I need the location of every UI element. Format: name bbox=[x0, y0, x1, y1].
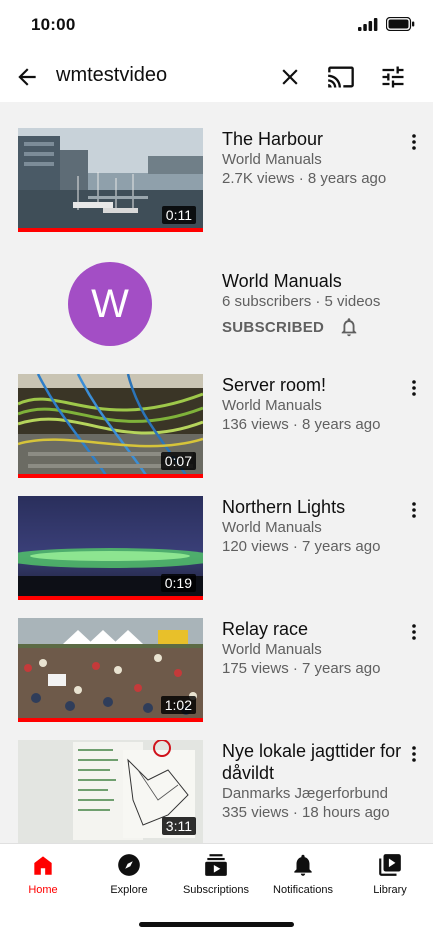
nav-notifications[interactable]: Notifications bbox=[260, 852, 346, 896]
home-icon bbox=[34, 856, 52, 875]
home-indicator bbox=[139, 922, 294, 927]
bottom-navigation: Home Explore Subscriptions Notifications… bbox=[0, 843, 433, 937]
watched-progress-bar bbox=[18, 718, 203, 722]
video-stats: 335 views · 18 hours ago bbox=[222, 804, 390, 821]
watched-progress-bar bbox=[18, 596, 203, 600]
status-time: 10:00 bbox=[31, 15, 76, 34]
bell-icon[interactable] bbox=[338, 315, 360, 339]
subscribed-status[interactable]: SUBSCRIBED bbox=[222, 315, 402, 339]
nav-explore[interactable]: Explore bbox=[86, 852, 172, 896]
status-bar: 10:00 bbox=[0, 0, 433, 52]
library-icon bbox=[379, 854, 401, 876]
video-duration: 1:02 bbox=[160, 696, 196, 714]
more-options-icon[interactable] bbox=[405, 620, 423, 644]
video-result[interactable]: 3:11 Nye lokale jagttider for dåvildt Da… bbox=[0, 740, 433, 843]
video-thumbnail[interactable]: 3:11 bbox=[18, 740, 203, 843]
nav-label: Explore bbox=[110, 884, 148, 896]
video-title[interactable]: Nye lokale jagttider for dåvildt bbox=[222, 740, 402, 784]
video-stats: 175 views · 7 years ago bbox=[222, 660, 381, 677]
subscriptions-icon bbox=[205, 854, 227, 876]
video-meta: Northern Lights World Manuals 120 views … bbox=[222, 496, 402, 556]
cast-icon[interactable] bbox=[327, 63, 355, 91]
video-title[interactable]: The Harbour bbox=[222, 128, 402, 150]
search-header: wmtestvideo bbox=[0, 52, 433, 102]
video-title[interactable]: Relay race bbox=[222, 618, 402, 640]
nav-home[interactable]: Home bbox=[0, 852, 86, 896]
video-thumbnail[interactable]: 0:19 bbox=[18, 496, 203, 600]
search-results: 0:11 The Harbour World Manuals 2.7K view… bbox=[0, 102, 433, 843]
back-arrow-icon[interactable] bbox=[14, 64, 40, 90]
video-stats: 2.7K views · 8 years ago bbox=[222, 170, 387, 187]
subscribed-label: SUBSCRIBED bbox=[222, 318, 325, 336]
video-title[interactable]: Northern Lights bbox=[222, 496, 402, 518]
video-result[interactable]: 0:19 Northern Lights World Manuals 120 v… bbox=[0, 496, 433, 606]
video-channel: Danmarks Jægerforbund bbox=[222, 785, 388, 802]
nav-label: Notifications bbox=[273, 884, 333, 896]
video-result[interactable]: 0:07 Server room! World Manuals 136 view… bbox=[0, 374, 433, 484]
video-thumbnail[interactable]: 1:02 bbox=[18, 618, 203, 722]
video-channel: World Manuals bbox=[222, 641, 322, 658]
video-duration: 0:07 bbox=[160, 452, 196, 470]
video-result[interactable]: 1:02 Relay race World Manuals 175 views … bbox=[0, 618, 433, 728]
nav-label: Subscriptions bbox=[182, 884, 250, 896]
system-indicators bbox=[358, 17, 415, 31]
video-duration: 0:11 bbox=[161, 206, 196, 224]
channel-meta: World Manuals 6 subscribers · 5 videos S… bbox=[222, 270, 402, 339]
more-options-icon[interactable] bbox=[405, 130, 423, 154]
video-result[interactable]: 0:11 The Harbour World Manuals 2.7K view… bbox=[0, 128, 433, 238]
video-meta: Nye lokale jagttider for dåvildt Danmark… bbox=[222, 740, 402, 822]
video-meta: Relay race World Manuals 175 views · 7 y… bbox=[222, 618, 402, 678]
video-duration: 0:19 bbox=[160, 574, 196, 592]
nav-label: Home bbox=[28, 884, 58, 896]
channel-name[interactable]: World Manuals bbox=[222, 270, 402, 292]
signal-icon bbox=[358, 17, 378, 31]
compass-icon bbox=[118, 854, 140, 876]
more-options-icon[interactable] bbox=[405, 498, 423, 522]
nav-subscriptions[interactable]: Subscriptions bbox=[173, 852, 259, 896]
filter-icon[interactable] bbox=[379, 63, 407, 91]
watched-progress-bar bbox=[18, 228, 203, 232]
more-options-icon[interactable] bbox=[405, 376, 423, 400]
nav-label: Library bbox=[373, 884, 407, 896]
channel-avatar[interactable]: W bbox=[68, 262, 152, 346]
video-thumbnail[interactable]: 0:11 bbox=[18, 128, 203, 232]
video-channel: World Manuals bbox=[222, 397, 322, 414]
nav-library[interactable]: Library bbox=[347, 852, 433, 896]
channel-stats: 6 subscribers · 5 videos bbox=[222, 293, 381, 310]
bell-icon bbox=[294, 854, 312, 876]
video-channel: World Manuals bbox=[222, 519, 322, 536]
video-duration: 3:11 bbox=[161, 817, 196, 835]
more-options-icon[interactable] bbox=[405, 742, 423, 766]
video-channel: World Manuals bbox=[222, 151, 322, 168]
watched-progress-bar bbox=[18, 474, 203, 478]
channel-result[interactable]: W World Manuals 6 subscribers · 5 videos… bbox=[0, 262, 433, 352]
search-query[interactable]: wmtestvideo bbox=[56, 64, 167, 87]
video-title[interactable]: Server room! bbox=[222, 374, 402, 396]
video-stats: 136 views · 8 years ago bbox=[222, 416, 381, 433]
clear-icon[interactable] bbox=[277, 64, 303, 90]
video-stats: 120 views · 7 years ago bbox=[222, 538, 381, 555]
video-thumbnail[interactable]: 0:07 bbox=[18, 374, 203, 478]
video-meta: The Harbour World Manuals 2.7K views · 8… bbox=[222, 128, 402, 188]
video-meta: Server room! World Manuals 136 views · 8… bbox=[222, 374, 402, 434]
battery-icon bbox=[386, 17, 415, 31]
